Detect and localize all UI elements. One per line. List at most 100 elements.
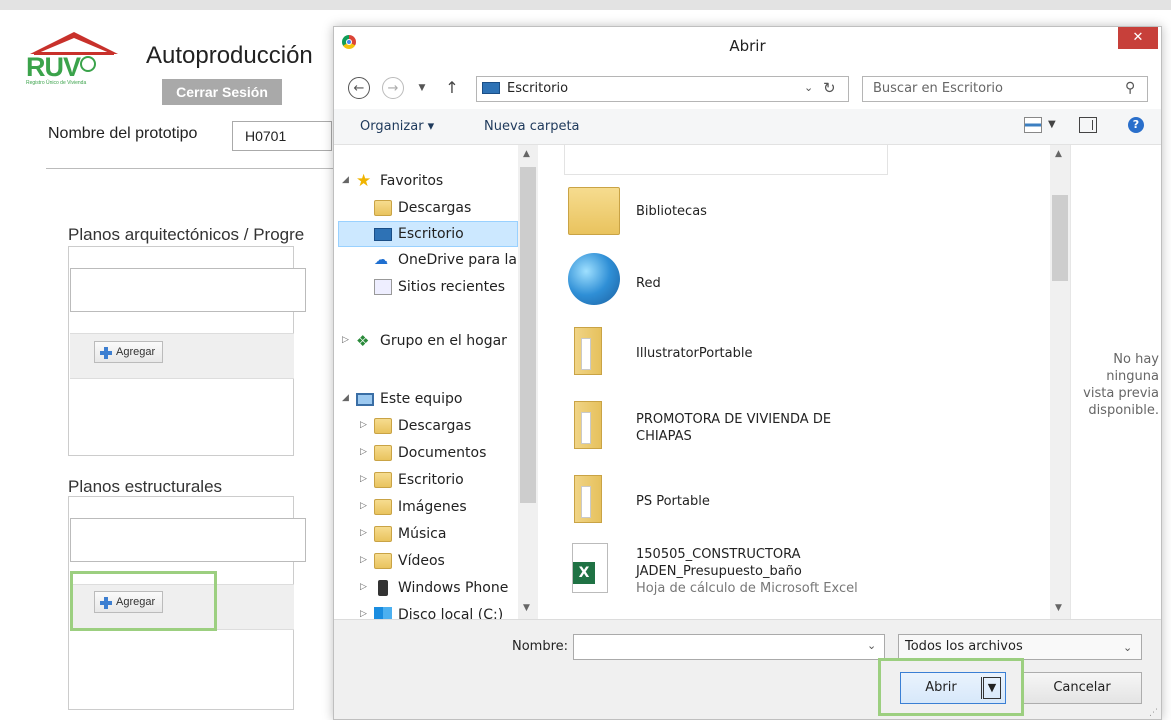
- expand-triangle-icon[interactable]: ▷: [360, 582, 367, 592]
- file-name: PROMOTORA DE VIVIENDA DE: [636, 412, 832, 427]
- file-item[interactable]: Bibliotecas: [564, 181, 1044, 241]
- file-name: PS Portable: [636, 494, 710, 509]
- refresh-icon[interactable]: ↻: [823, 79, 836, 97]
- scroll-up-arrow-icon[interactable]: ▲: [523, 149, 530, 159]
- file-list: Bibliotecas Red IllustratorPortable PROM…: [540, 145, 1070, 619]
- chevron-down-icon[interactable]: ⌄: [1123, 641, 1132, 654]
- file-item[interactable]: PROMOTORA DE VIVIENDA DE CHIAPAS: [564, 397, 1044, 457]
- filename-chevron-down-icon[interactable]: ⌄: [867, 639, 876, 652]
- preview-line: ninguna: [1106, 369, 1159, 384]
- partially-visible-item[interactable]: [564, 145, 888, 175]
- search-icon[interactable]: ⚲: [1125, 80, 1135, 96]
- nav-item-homegroup[interactable]: ❖ Grupo en el hogar: [356, 329, 507, 353]
- open-file-dialog: Abrir ✕ ← → ▼ ↑ Escritorio ⌄ ↻ Buscar en…: [333, 26, 1162, 720]
- nav-item-images[interactable]: Imágenes: [374, 495, 467, 519]
- new-folder-button[interactable]: Nueva carpeta: [484, 119, 580, 134]
- nav-item-videos[interactable]: Vídeos: [374, 549, 445, 573]
- address-bar[interactable]: Escritorio ⌄ ↻: [476, 76, 849, 102]
- folder-icon: [574, 475, 602, 523]
- chevron-down-icon[interactable]: ⌄: [804, 81, 813, 94]
- expand-triangle-icon[interactable]: ▷: [342, 335, 349, 345]
- nav-label: Disco local (C:): [398, 607, 504, 619]
- nav-item-music[interactable]: Música: [374, 522, 446, 546]
- prototype-name-input[interactable]: H0701: [232, 121, 332, 151]
- chevron-down-icon[interactable]: ▼: [1048, 119, 1056, 130]
- folder-icon: [574, 327, 602, 375]
- nav-item-local-disk[interactable]: Disco local (C:): [374, 603, 503, 619]
- nav-item-pc-desktop[interactable]: Escritorio: [374, 468, 464, 492]
- prototype-label: Nombre del prototipo: [48, 125, 198, 142]
- file-type-select[interactable]: Todos los archivos ⌄: [898, 634, 1142, 660]
- nav-item-windows-phone[interactable]: Windows Phone: [374, 576, 508, 600]
- nav-scrollbar-thumb[interactable]: [520, 167, 536, 503]
- view-options-icon[interactable]: [1024, 117, 1042, 133]
- nav-label: Escritorio: [398, 226, 464, 242]
- expand-triangle-icon[interactable]: ▷: [360, 501, 367, 511]
- expand-triangle-icon[interactable]: ▷: [360, 609, 367, 619]
- back-arrow-icon[interactable]: ←: [348, 77, 370, 99]
- forward-arrow-icon[interactable]: →: [382, 77, 404, 99]
- star-icon: ★: [356, 171, 372, 191]
- scroll-up-arrow-icon[interactable]: ▲: [1055, 149, 1062, 159]
- file-name: IllustratorPortable: [636, 346, 753, 361]
- filename-input[interactable]: [573, 634, 885, 660]
- nav-label: Descargas: [398, 418, 472, 434]
- resize-grip-icon[interactable]: ⋰: [1149, 708, 1158, 718]
- expand-triangle-icon[interactable]: ▷: [360, 447, 367, 457]
- scroll-down-arrow-icon[interactable]: ▼: [523, 603, 530, 613]
- logout-button[interactable]: Cerrar Sesión: [162, 79, 282, 105]
- organize-button[interactable]: Organizar ▾: [360, 119, 434, 134]
- phone-icon: [378, 580, 388, 596]
- file-name-line2: CHIAPAS: [636, 429, 692, 444]
- architectural-file-field[interactable]: [70, 268, 306, 312]
- expand-triangle-icon[interactable]: ▷: [360, 528, 367, 538]
- highlight-open-button: [878, 658, 1024, 716]
- expand-triangle-icon[interactable]: ▷: [360, 555, 367, 565]
- expand-triangle-icon[interactable]: ▷: [360, 474, 367, 484]
- section-title-architectural: Planos arquitectónicos / Progre: [68, 225, 305, 244]
- nav-label: Favoritos: [380, 173, 444, 189]
- nav-label: Vídeos: [398, 553, 445, 569]
- address-text: Escritorio: [507, 81, 569, 96]
- nav-label: OneDrive para la: [398, 252, 517, 268]
- nav-label: Descargas: [398, 200, 472, 216]
- expand-triangle-icon[interactable]: ▷: [360, 420, 367, 430]
- search-input[interactable]: Buscar en Escritorio: [873, 81, 1003, 96]
- preview-line: vista previa: [1083, 386, 1159, 401]
- cloud-icon: ☁: [374, 252, 388, 268]
- nav-item-desktop[interactable]: Escritorio: [374, 222, 464, 246]
- nav-item-onedrive[interactable]: ☁ OneDrive para la: [374, 248, 517, 272]
- nav-item-pc-downloads[interactable]: Descargas: [374, 414, 471, 438]
- structural-file-field[interactable]: [70, 518, 306, 562]
- nav-item-this-pc[interactable]: Este equipo: [356, 387, 462, 411]
- nav-item-downloads[interactable]: Descargas: [374, 196, 471, 220]
- homegroup-icon: ❖: [356, 332, 370, 350]
- nav-item-documents[interactable]: Documentos: [374, 441, 486, 465]
- search-box[interactable]: Buscar en Escritorio ⚲: [862, 76, 1148, 102]
- add-architectural-button[interactable]: Agregar: [94, 341, 164, 363]
- documents-folder-icon: [374, 445, 392, 461]
- file-item[interactable]: PS Portable: [564, 471, 1044, 531]
- downloads-folder-icon: [374, 418, 392, 434]
- file-item[interactable]: IllustratorPortable: [564, 323, 1044, 383]
- section-title-structural: Planos estructurales: [68, 477, 223, 496]
- expand-triangle-icon[interactable]: ◢: [342, 393, 349, 403]
- nav-item-favorites[interactable]: ★ Favoritos: [356, 169, 443, 193]
- expand-triangle-icon[interactable]: ◢: [342, 175, 349, 185]
- file-item[interactable]: 150505_CONSTRUCTORA JADEN_Presupuesto_ba…: [564, 543, 1044, 603]
- file-item[interactable]: Red: [564, 253, 1044, 313]
- videos-folder-icon: [374, 553, 392, 569]
- preview-pane-icon[interactable]: [1079, 117, 1097, 133]
- scroll-down-arrow-icon[interactable]: ▼: [1055, 603, 1062, 613]
- nav-item-recent[interactable]: Sitios recientes: [374, 275, 505, 299]
- up-arrow-icon[interactable]: ↑: [444, 77, 460, 99]
- logo-text: RUV: [26, 52, 81, 82]
- file-scrollbar-thumb[interactable]: [1052, 195, 1068, 281]
- recent-locations-chevron-icon[interactable]: ▼: [415, 78, 429, 98]
- cancel-button[interactable]: Cancelar: [1022, 672, 1142, 704]
- file-name: 150505_CONSTRUCTORA: [636, 547, 801, 562]
- downloads-folder-icon: [374, 200, 392, 216]
- close-button[interactable]: ✕: [1118, 27, 1158, 49]
- help-icon[interactable]: ?: [1128, 117, 1144, 133]
- music-folder-icon: [374, 526, 392, 542]
